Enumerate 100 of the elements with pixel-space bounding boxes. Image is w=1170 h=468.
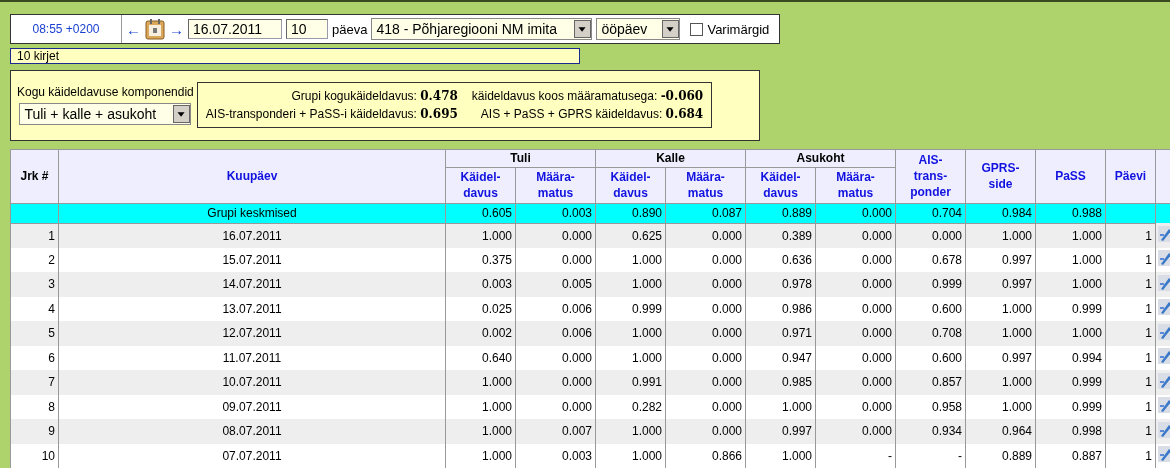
column-header[interactable]: PaSS [1035,149,1106,203]
column-header[interactable]: Määra- matus [665,167,746,203]
column-header: Jrk # [10,149,59,203]
dropdown-button[interactable] [574,20,592,39]
table-cell: 0.000 [665,272,746,297]
column-header[interactable]: Määra- matus [815,167,896,203]
table-cell: 07.07.2011 [58,443,446,468]
table-cell: 0.000 [665,370,746,395]
table-cell: 10 [10,443,59,468]
table-cell: 0.000 [665,321,746,346]
table-cell: 1.000 [965,321,1036,346]
table-cell: 0.889 [965,443,1036,468]
column-header[interactable]: Käidel- davus [445,167,516,203]
table-cell: 0.003 [515,443,596,468]
checkbox-label: Varimärgid [707,21,770,37]
table-cell: 0.000 [815,321,896,346]
pencil-icon[interactable] [1158,421,1170,438]
stat-text: AIS + PaSS + GPRS käideldavus: 0.684 [479,107,704,122]
calendar-icon[interactable] [145,18,165,41]
table-cell: 0.003 [515,203,596,223]
table-cell: 0.000 [815,203,896,223]
pencil-icon[interactable] [1158,323,1170,340]
table-cell: 1 [10,223,59,248]
table-cell: 0.000 [815,223,896,248]
pencil-icon[interactable] [1158,299,1170,316]
table-cell: 1.000 [965,223,1036,248]
table-cell: 1.000 [1035,223,1106,248]
table-cell: 0.997 [965,272,1036,297]
table-cell: 0.984 [965,203,1036,223]
table-cell: 14.07.2011 [58,272,446,297]
table-cell: 1.000 [445,370,516,395]
table-cell: 0.964 [965,419,1036,444]
table-cell: 0.988 [1035,203,1106,223]
table-cell: 3 [10,272,59,297]
table-cell: 0.002 [445,321,516,346]
table-cell: 0.887 [1035,443,1106,468]
table-cell: - [895,443,966,468]
table-cell: 0.978 [745,272,816,297]
table-cell: 0.985 [745,370,816,395]
pencil-icon[interactable] [1158,397,1170,414]
table-cell: 0.999 [895,272,966,297]
table-cell: 0.605 [445,203,516,223]
table-cell: 1.000 [965,370,1036,395]
stat-text: AIS-transponderi + PaSS-i käideldavus: 0.695 [205,107,458,122]
column-header[interactable]: Kuupäev [58,149,446,203]
table-cell: 0.866 [665,443,746,468]
table-cell: 0.000 [665,419,746,444]
pencil-icon[interactable] [1158,274,1170,291]
shadow-checkbox[interactable] [690,22,704,36]
table-cell: - [815,443,896,468]
column-header[interactable]: Päevi [1105,149,1156,203]
components-select[interactable]: Tuli + kalle + asukoht [19,103,192,126]
previous-link[interactable]: ← [126,20,141,38]
dropdown-button[interactable] [173,105,191,124]
table-cell: 16.07.2011 [58,223,446,248]
days-field[interactable]: 10 [286,19,328,40]
table-cell: 0.998 [1035,419,1106,444]
table-cell: 1.000 [595,272,666,297]
pencil-icon[interactable] [1158,446,1170,463]
table-cell: 10.07.2011 [58,370,446,395]
time-display: 08:55 +0200 [11,15,122,44]
table-cell: 08.07.2011 [58,419,446,444]
table-cell: 0.087 [665,203,746,223]
pencil-icon[interactable] [1158,372,1170,389]
table-cell: 0.000 [815,419,896,444]
table-cell: 1.000 [595,321,666,346]
stat-text: Grupi kogukäideldavus: 0.478 [290,89,458,104]
column-header[interactable]: GPRS- side [965,149,1036,203]
column-header[interactable]: AIS- trans- ponder [895,149,966,203]
stat-text: käideldavus koos määramatusega: -0.060 [471,89,704,104]
table-cell: 0.625 [595,223,666,248]
table-cell: 0.934 [895,419,966,444]
group-header: Kalle [595,149,746,167]
group-header: Asukoht [745,149,896,167]
table-cell: 1 [1105,443,1156,468]
dropdown-button[interactable] [662,20,680,39]
table-cell: 0.000 [815,272,896,297]
period-select[interactable]: ööpäev [596,18,681,41]
table-cell: 0.000 [665,223,746,248]
pencil-icon[interactable] [1158,225,1170,242]
table-cell: 0.000 [515,223,596,248]
date-field[interactable]: 16.07.2011 [188,19,282,40]
table-cell: 1 [1105,272,1156,297]
station-select[interactable]: 418 - Põhjaregiooni NM imita [371,18,593,41]
table-cell: 1.000 [445,443,516,468]
table-cell: 1.000 [745,443,816,468]
column-header[interactable]: Määra- matus [515,167,596,203]
column-header[interactable]: Käidel- davus [595,167,666,203]
table-cell: 0.000 [815,370,896,395]
next-link[interactable]: → [169,20,184,38]
table-cell: 1 [1105,223,1156,248]
days-label: päeva [332,21,368,37]
table-cell: 12.07.2011 [58,321,446,346]
table-cell: 0.704 [895,203,966,223]
pencil-icon[interactable] [1158,348,1170,365]
column-header[interactable]: Käidel- davus [745,167,816,203]
pencil-icon[interactable] [1158,250,1170,267]
table-cell: 0.991 [595,370,666,395]
table-cell: 0.997 [745,419,816,444]
table-cell: 1.000 [445,419,516,444]
